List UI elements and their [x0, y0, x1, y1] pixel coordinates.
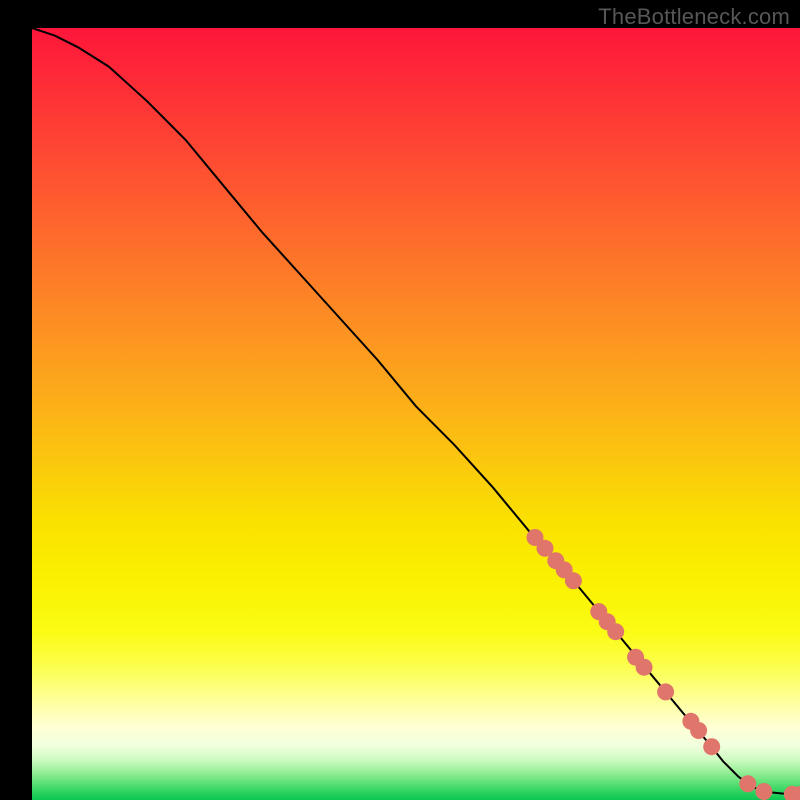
data-marker — [636, 659, 653, 676]
data-marker — [607, 623, 624, 640]
chart-frame: TheBottleneck.com — [0, 0, 800, 800]
data-marker — [690, 722, 707, 739]
data-marker — [657, 683, 674, 700]
data-marker — [565, 572, 582, 589]
data-marker — [739, 775, 756, 792]
data-marker — [703, 738, 720, 755]
gradient-curve-plot — [0, 0, 800, 800]
data-marker — [755, 783, 772, 800]
attribution-watermark: TheBottleneck.com — [598, 4, 790, 30]
plot-background — [32, 28, 800, 800]
